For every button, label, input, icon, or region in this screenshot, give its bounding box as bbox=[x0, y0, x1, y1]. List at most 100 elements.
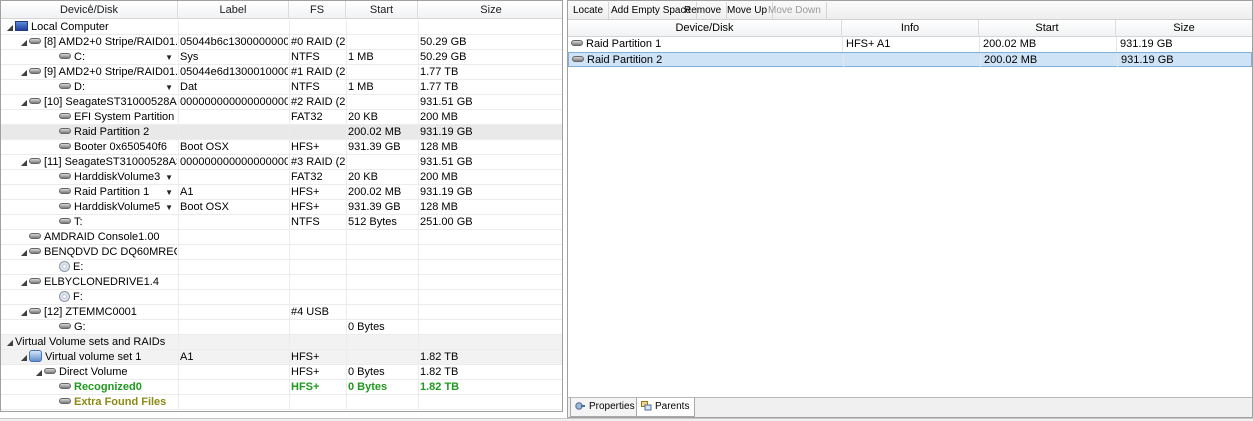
size-cell bbox=[418, 290, 562, 305]
label-cell: 05044e6d13000100000... bbox=[180, 66, 288, 78]
start-cell: 0 Bytes bbox=[348, 321, 385, 333]
collapse-triangle-icon[interactable]: ◢ bbox=[19, 305, 29, 320]
info-cell bbox=[843, 53, 980, 68]
start-cell bbox=[346, 95, 417, 110]
tree-row[interactable]: AMDRAID Console1.00 bbox=[1, 230, 562, 245]
device-cell: G: bbox=[1, 320, 177, 335]
collapse-triangle-icon[interactable]: ◢ bbox=[19, 245, 29, 260]
device-cell: E: bbox=[1, 260, 177, 275]
tree-row[interactable]: ◢ [12] ZTEMMC0001 #4 USB bbox=[1, 305, 562, 320]
fs-cell: NTFS bbox=[291, 216, 320, 228]
tree-row[interactable]: ◢ Direct Volume HFS+ 0 Bytes 1.82 TB bbox=[1, 365, 562, 380]
tree-row[interactable]: Raid Partition 1 ▼ A1 HFS+ 200.02 MB 931.19 G… bbox=[1, 185, 562, 200]
device-name: [8] AMD2+0 Stripe/RAID01.10 bbox=[44, 36, 177, 48]
column-device-disk[interactable]: Device/Disk bbox=[568, 20, 842, 37]
device-name: [9] AMD2+0 Stripe/RAID01.10 bbox=[44, 66, 177, 78]
start-cell bbox=[346, 155, 417, 170]
disk-icon bbox=[29, 68, 41, 75]
tab-parents[interactable]: Parents bbox=[636, 398, 696, 417]
fs-cell: #4 USB bbox=[291, 306, 329, 318]
tree-row[interactable]: Extra Found Files bbox=[1, 395, 562, 410]
collapse-triangle-icon[interactable]: ◢ bbox=[19, 155, 29, 170]
tab-properties[interactable]: Properties bbox=[570, 398, 641, 417]
tree-row[interactable]: C: ▼ Sys NTFS 1 MB 50.29 GB bbox=[1, 50, 562, 65]
disk-icon bbox=[59, 128, 71, 135]
disk-icon bbox=[29, 158, 41, 165]
label-cell: Dat bbox=[180, 81, 198, 93]
tree-row[interactable]: ◢ Local Computer bbox=[1, 20, 562, 35]
tree-row[interactable]: ◢ [11] SeagateST31000528ASCC3800000000000… bbox=[1, 155, 562, 170]
device-cell: Raid Partition 2 bbox=[1, 125, 177, 140]
label-cell: Sys bbox=[180, 51, 199, 63]
tree-row[interactable]: G: 0 Bytes bbox=[1, 320, 562, 335]
tree-row[interactable]: EFI System Partition FAT32 20 KB 200 MB bbox=[1, 110, 562, 125]
disk-icon bbox=[59, 188, 71, 195]
column-device-disk[interactable]: ▲ Device/Disk bbox=[1, 1, 178, 19]
collapse-triangle-icon[interactable]: ◢ bbox=[5, 20, 15, 35]
dropdown-arrow-icon[interactable]: ▼ bbox=[165, 170, 173, 185]
column-start[interactable]: Start bbox=[346, 1, 418, 19]
device-cell: Raid Partition 1 ▼ bbox=[1, 185, 177, 200]
label-cell bbox=[178, 290, 288, 305]
collapse-triangle-icon[interactable]: ◢ bbox=[19, 275, 29, 290]
fs-cell: HFS+ bbox=[291, 351, 320, 363]
column-start[interactable]: Start bbox=[979, 20, 1116, 37]
device-cell: Extra Found Files bbox=[1, 395, 177, 410]
label-cell: 00000000000000000000... bbox=[180, 96, 288, 108]
collapse-triangle-icon[interactable]: ◢ bbox=[34, 365, 44, 380]
sort-ascending-icon: ▲ bbox=[87, 3, 94, 10]
column-label[interactable]: Label bbox=[178, 1, 289, 19]
partition-list-panel: Locate Add Empty Space Remove Move Up Move D… bbox=[567, 0, 1253, 418]
column-info[interactable]: Info bbox=[842, 20, 979, 37]
device-cell: ◢ Virtual Volume sets and RAIDs bbox=[1, 335, 177, 350]
tree-row[interactable]: ◢ [10] SeagateST31000528ASCC3800000000000… bbox=[1, 95, 562, 110]
start-cell bbox=[346, 275, 417, 290]
fs-cell: HFS+ bbox=[291, 186, 320, 198]
tree-row[interactable]: E: bbox=[1, 260, 562, 275]
dropdown-arrow-icon[interactable]: ▼ bbox=[165, 185, 173, 200]
cd-icon bbox=[59, 290, 70, 302]
size-cell: 931.19 GB bbox=[1116, 37, 1252, 52]
remove-button[interactable]: Remove bbox=[679, 2, 728, 19]
tree-row[interactable]: ◢ [8] AMD2+0 Stripe/RAID01.10 05044b6c1300… bbox=[1, 35, 562, 50]
start-cell: 20 KB bbox=[348, 111, 378, 123]
start-cell bbox=[346, 395, 417, 410]
device-name: HarddiskVolume3 bbox=[74, 171, 161, 183]
collapse-triangle-icon[interactable]: ◢ bbox=[5, 335, 15, 350]
collapse-triangle-icon[interactable]: ◢ bbox=[19, 350, 29, 365]
fs-cell: FAT32 bbox=[291, 111, 323, 123]
tree-row[interactable]: ◢ Virtual volume set 1 A1 HFS+ 1.82 TB bbox=[1, 350, 562, 365]
disk-icon bbox=[59, 143, 71, 150]
device-cell: ◢ ELBYCLONEDRIVE1.4 bbox=[1, 275, 177, 290]
tree-row[interactable]: HarddiskVolume5 ▼ Boot OSX HFS+ 931.39 GB 128… bbox=[1, 200, 562, 215]
dropdown-arrow-icon[interactable]: ▼ bbox=[165, 50, 173, 65]
tree-row[interactable]: ◢ [9] AMD2+0 Stripe/RAID01.10 05044e6d1300… bbox=[1, 65, 562, 80]
size-cell: 931.19 GB bbox=[420, 126, 473, 138]
dropdown-arrow-icon[interactable]: ▼ bbox=[165, 80, 173, 95]
partition-row[interactable]: Raid Partition 2 200.02 MB 931.19 GB bbox=[568, 52, 1252, 68]
collapse-triangle-icon[interactable]: ◢ bbox=[19, 35, 29, 50]
collapse-triangle-icon[interactable]: ◢ bbox=[19, 65, 29, 80]
column-fs[interactable]: FS bbox=[289, 1, 346, 19]
partition-row[interactable]: Raid Partition 1 HFS+ A1 200.02 MB 931.19 G… bbox=[568, 37, 1252, 52]
size-cell bbox=[418, 230, 562, 245]
tree-row[interactable]: ◢ ELBYCLONEDRIVE1.4 bbox=[1, 275, 562, 290]
tree-row[interactable]: ◢ BENQDVD DC DQ60MREC bbox=[1, 245, 562, 260]
collapse-triangle-icon[interactable]: ◢ bbox=[19, 95, 29, 110]
tree-row[interactable]: F: bbox=[1, 290, 562, 305]
dropdown-arrow-icon[interactable]: ▼ bbox=[165, 200, 173, 215]
locate-button[interactable]: Locate bbox=[568, 2, 610, 19]
start-cell bbox=[346, 260, 417, 275]
column-size[interactable]: Size bbox=[1116, 20, 1252, 37]
tree-row[interactable]: Raid Partition 2 200.02 MB 931.19 GB bbox=[1, 125, 562, 140]
tree-row[interactable]: HarddiskVolume3 ▼ FAT32 20 KB 200 MB bbox=[1, 170, 562, 185]
column-size[interactable]: Size bbox=[418, 1, 562, 19]
tree-row[interactable]: Recognized0 HFS+ 0 Bytes 1.82 TB bbox=[1, 380, 562, 395]
info-cell: HFS+ A1 bbox=[842, 37, 979, 52]
tree-row[interactable]: ◢ Virtual Volume sets and RAIDs bbox=[1, 335, 562, 350]
start-cell: 1 MB bbox=[348, 51, 374, 63]
tree-row[interactable]: Booter 0x650540f6 Boot OSX HFS+ 931.39 GB 12… bbox=[1, 140, 562, 155]
label-cell: A1 bbox=[180, 351, 194, 363]
tree-row[interactable]: D: ▼ Dat NTFS 1 MB 1.77 TB bbox=[1, 80, 562, 95]
tree-row[interactable]: T: NTFS 512 Bytes 251.00 GB bbox=[1, 215, 562, 230]
